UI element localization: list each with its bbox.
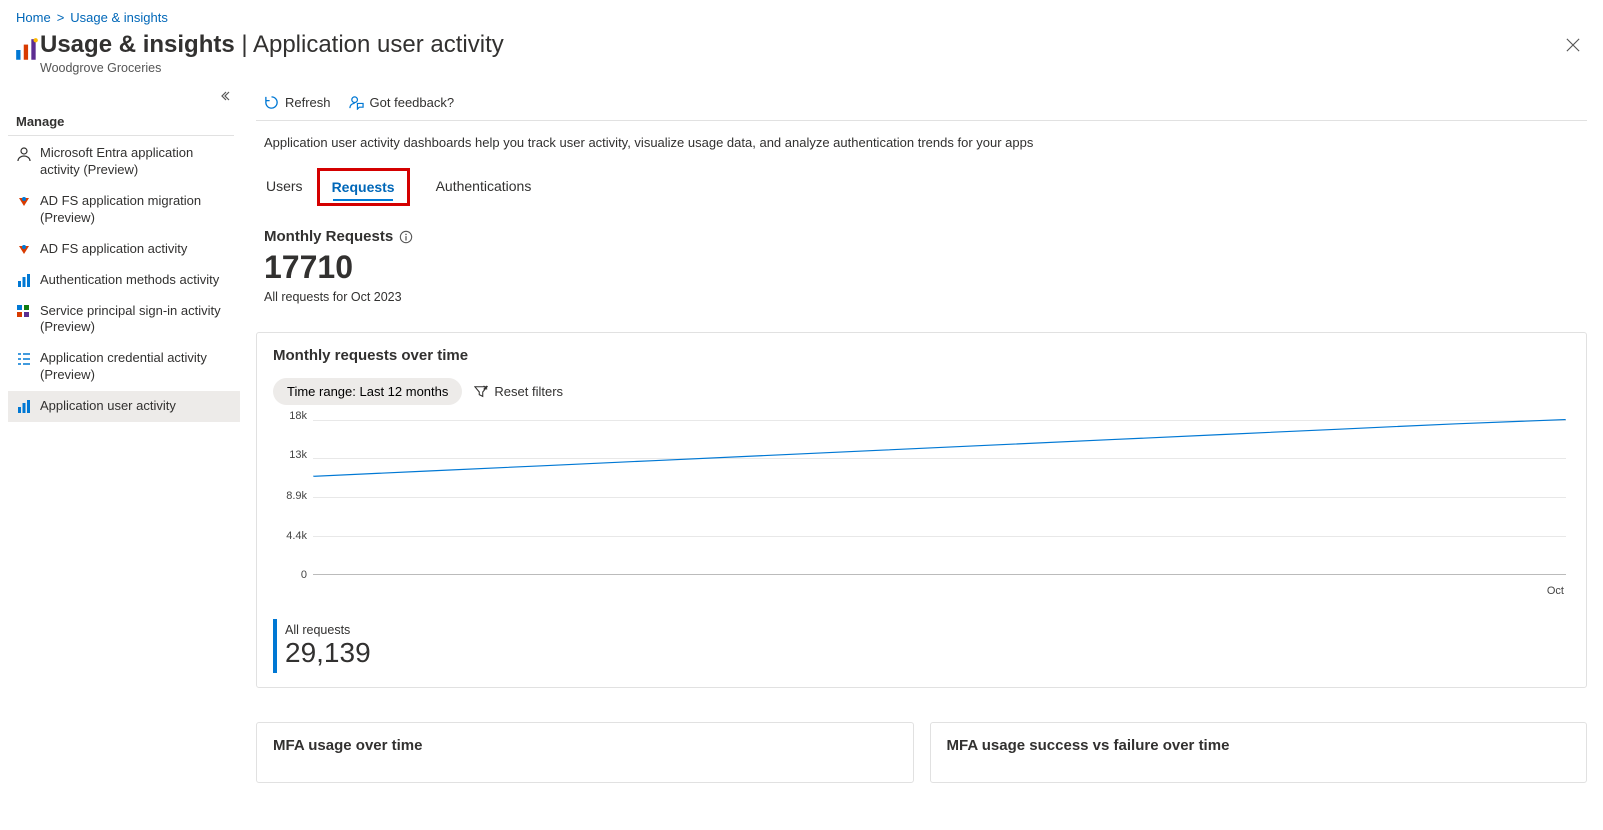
toolbar: Refresh Got feedback? <box>256 85 1587 121</box>
bar-chart-icon <box>16 273 32 289</box>
insights-icon <box>14 37 40 63</box>
requests-chart: 18k 13k 8.9k 4.4k 0 Oct <box>273 413 1570 603</box>
time-range-filter[interactable]: Time range: Last 12 months <box>273 378 462 405</box>
checklist-icon <box>16 351 32 367</box>
chart-title: Monthly requests over time <box>273 347 1570 364</box>
page-description: Application user activity dashboards hel… <box>256 121 1587 168</box>
y-tick: 8.9k <box>286 490 307 502</box>
tab-requests[interactable]: Requests <box>330 173 397 203</box>
close-button[interactable] <box>1559 31 1587 59</box>
sidebar-item-adfs-migration[interactable]: AD FS application migration (Preview) <box>8 186 240 234</box>
sidebar-section: Manage <box>8 108 234 136</box>
refresh-label: Refresh <box>285 95 331 110</box>
y-tick: 18k <box>289 410 307 422</box>
sidebar-collapse[interactable] <box>8 89 240 108</box>
tabs: Users Requests Authentications <box>256 168 1587 206</box>
sidebar-item-adfs-activity[interactable]: AD FS application activity <box>8 234 240 265</box>
feedback-icon <box>349 95 364 110</box>
breadcrumb-home[interactable]: Home <box>16 10 51 25</box>
sidebar-item-label: Microsoft Entra application activity (Pr… <box>40 145 232 179</box>
bar-chart-icon <box>16 399 32 415</box>
chart-plot <box>313 417 1566 575</box>
monthly-requests-metric: Monthly Requests 17710 All requests for … <box>256 206 1587 314</box>
sidebar-item-auth-methods[interactable]: Authentication methods activity <box>8 265 240 296</box>
migration-icon <box>16 194 32 210</box>
page-title-sep: | <box>235 31 253 58</box>
mfa-usage-card: MFA usage over time <box>256 722 914 783</box>
chart-y-axis: 18k 13k 8.9k 4.4k 0 <box>273 413 311 575</box>
refresh-button[interactable]: Refresh <box>264 95 331 110</box>
sidebar-item-label: AD FS application migration (Preview) <box>40 193 232 227</box>
y-tick: 4.4k <box>286 530 307 542</box>
sidebar-item-label: Service principal sign-in activity (Prev… <box>40 303 232 337</box>
mfa-success-failure-title: MFA usage success vs failure over time <box>947 737 1571 754</box>
mfa-usage-title: MFA usage over time <box>273 737 897 754</box>
sidebar-item-label: Authentication methods activity <box>40 272 219 289</box>
chart-legend: All requests 29,139 <box>273 619 1570 673</box>
sidebar-item-label: Application credential activity (Preview… <box>40 350 232 384</box>
metric-title: Monthly Requests <box>264 228 393 245</box>
chart-card: Monthly requests over time Time range: L… <box>256 332 1587 688</box>
mfa-success-failure-card: MFA usage success vs failure over time <box>930 722 1588 783</box>
tab-users[interactable]: Users <box>264 172 305 202</box>
page-title: Usage & insights | Application user acti… <box>40 31 504 59</box>
sidebar-item-label: Application user activity <box>40 398 176 415</box>
page-title-thin: Application user activity <box>253 31 504 58</box>
info-icon[interactable] <box>399 230 413 244</box>
sidebar-item-label: AD FS application activity <box>40 241 187 258</box>
page-subtitle: Woodgrove Groceries <box>40 61 504 75</box>
sidebar-item-app-user-activity[interactable]: Application user activity <box>8 391 240 422</box>
breadcrumb-usage[interactable]: Usage & insights <box>70 10 168 25</box>
tab-requests-highlight: Requests <box>317 168 410 206</box>
feedback-button[interactable]: Got feedback? <box>349 95 455 110</box>
y-tick: 13k <box>289 449 307 461</box>
grid-icon <box>16 304 32 320</box>
refresh-icon <box>264 95 279 110</box>
page-title-bold: Usage & insights <box>40 31 235 58</box>
main-content: Refresh Got feedback? Application user a… <box>240 85 1603 803</box>
sidebar-item-service-principal[interactable]: Service principal sign-in activity (Prev… <box>8 296 240 344</box>
close-icon <box>1566 38 1580 52</box>
filter-reset-icon <box>474 385 488 399</box>
legend-label: All requests <box>285 623 1570 637</box>
breadcrumb-sep: > <box>57 10 65 25</box>
legend-value: 29,139 <box>285 637 1570 669</box>
sidebar-item-credential-activity[interactable]: Application credential activity (Preview… <box>8 343 240 391</box>
activity-icon <box>16 242 32 258</box>
metric-value: 17710 <box>264 249 1579 286</box>
metric-sub: All requests for Oct 2023 <box>264 290 1579 304</box>
sidebar-item-entra-app-activity[interactable]: Microsoft Entra application activity (Pr… <box>8 138 240 186</box>
breadcrumb: Home > Usage & insights <box>0 0 1603 31</box>
chart-line <box>313 417 1566 574</box>
x-end-label: Oct <box>1547 585 1564 597</box>
page-header: Usage & insights | Application user acti… <box>0 31 1603 85</box>
y-tick: 0 <box>301 569 307 581</box>
reset-filters-button[interactable]: Reset filters <box>474 384 563 399</box>
feedback-label: Got feedback? <box>370 95 455 110</box>
sidebar: Manage Microsoft Entra application activ… <box>0 85 240 422</box>
reset-label: Reset filters <box>494 384 563 399</box>
tab-authentications[interactable]: Authentications <box>434 172 534 202</box>
person-icon <box>16 146 32 162</box>
